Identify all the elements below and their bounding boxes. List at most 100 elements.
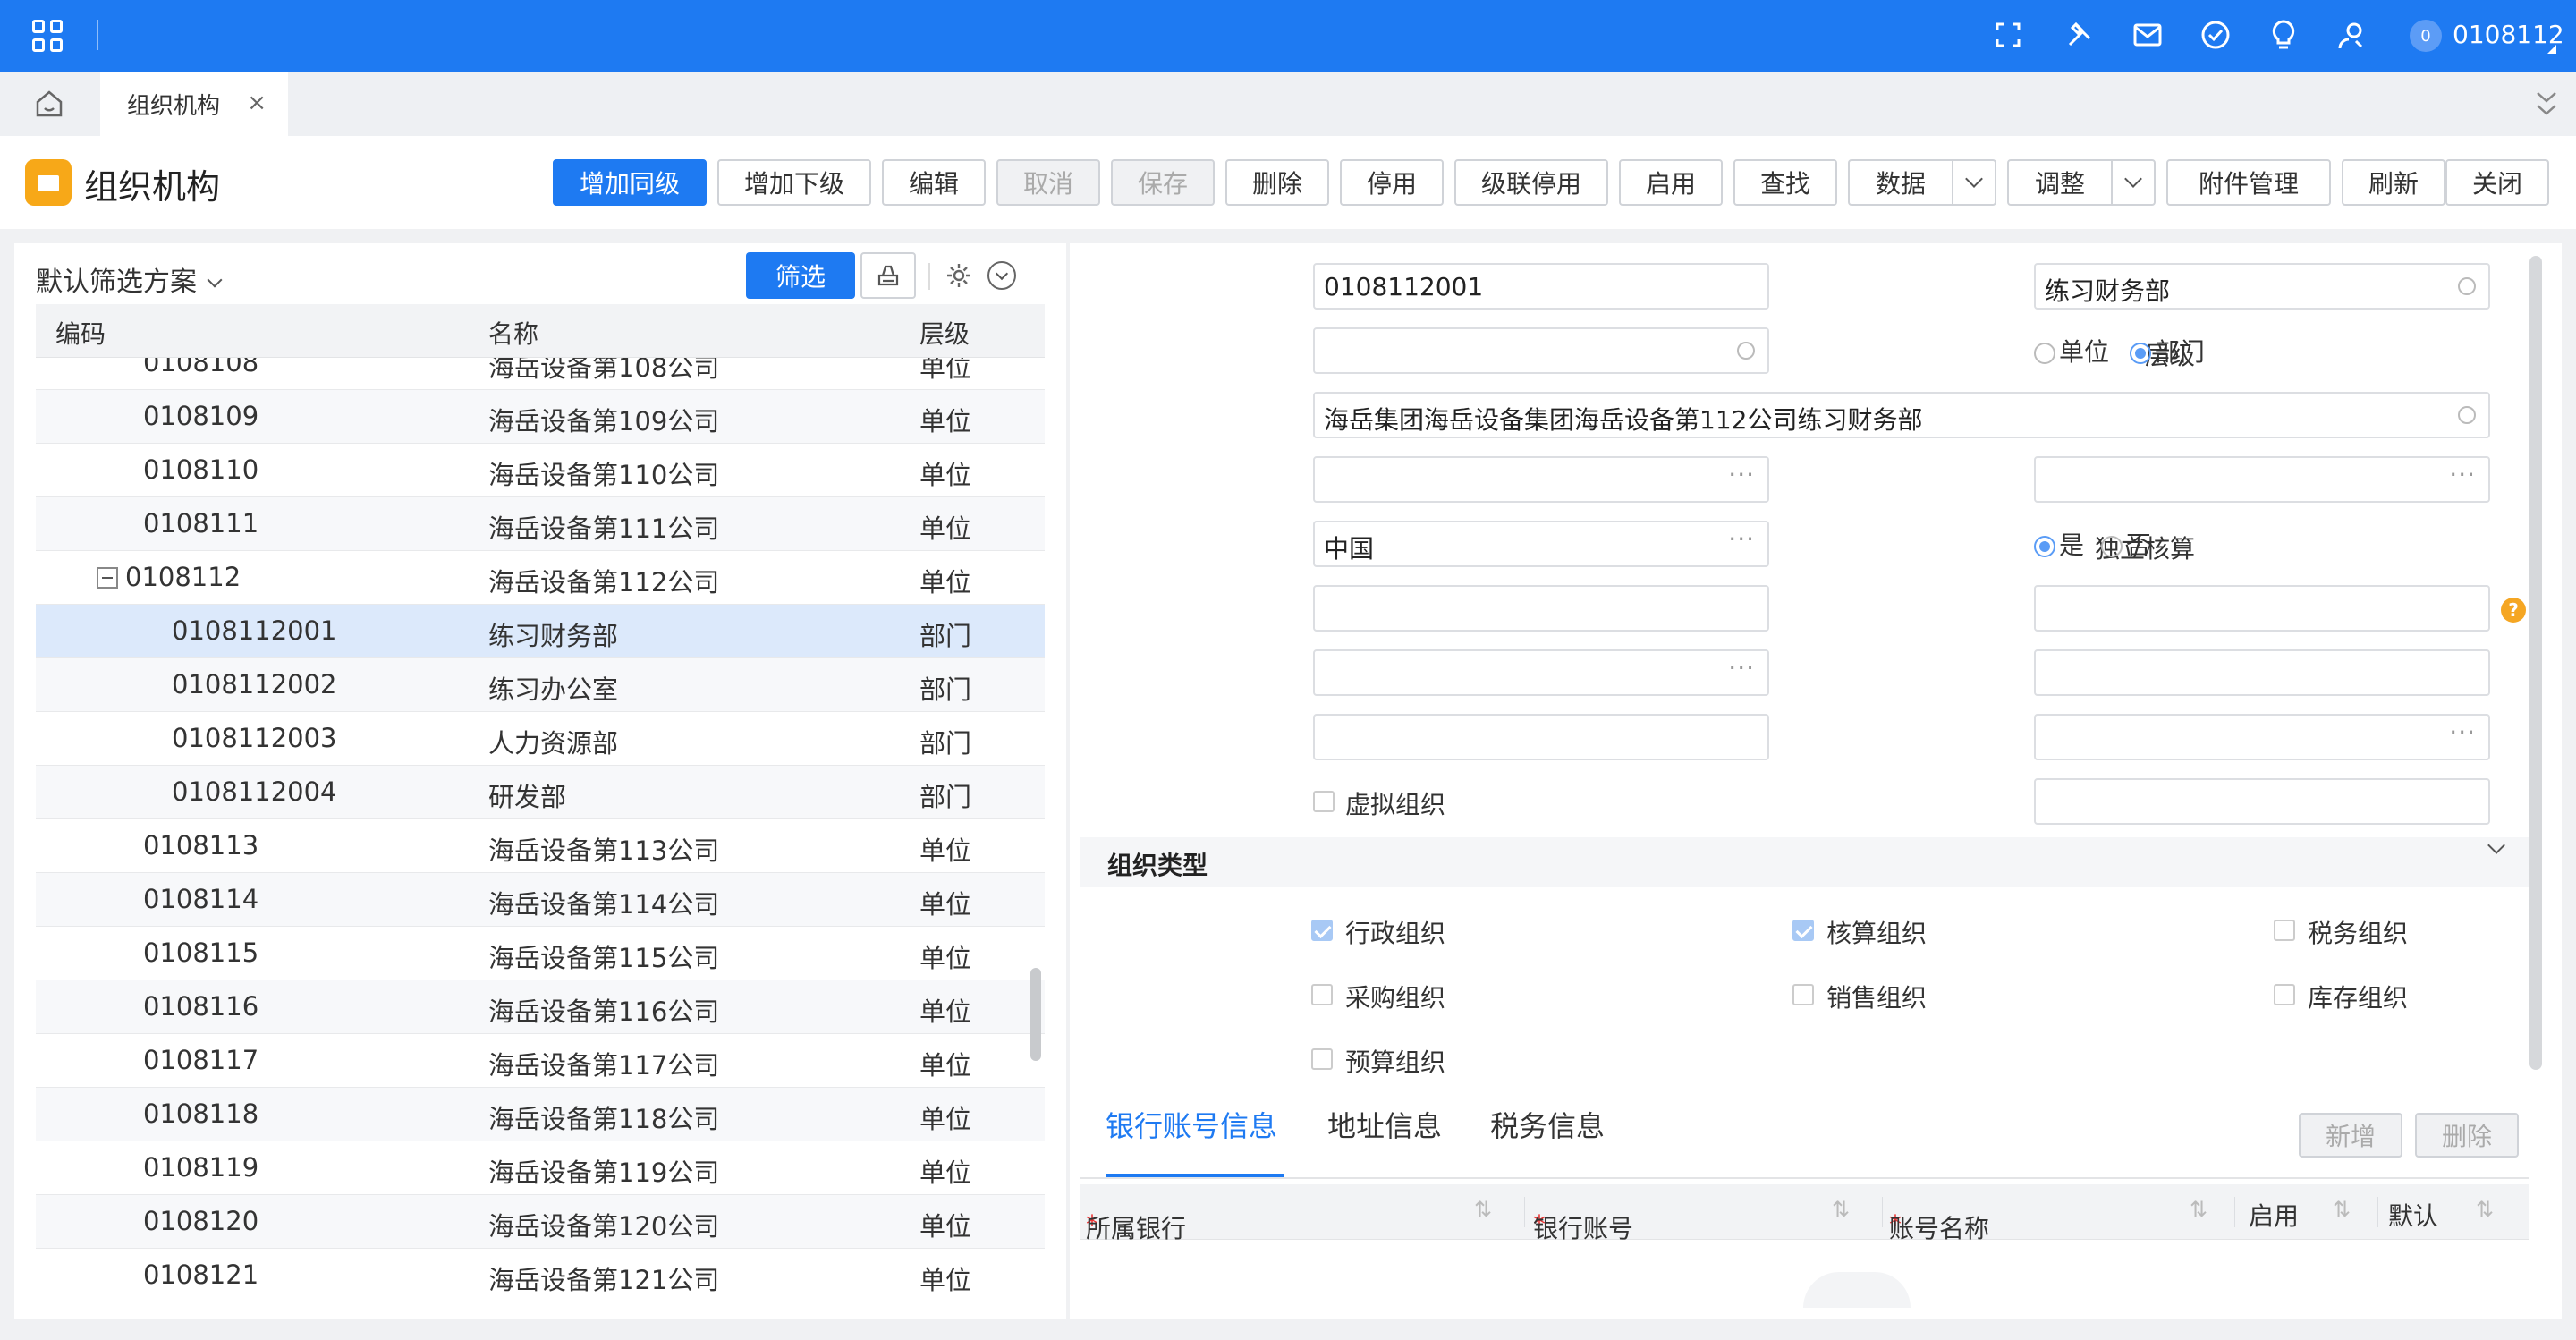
reg-zip-field[interactable]: [2034, 649, 2490, 696]
sort-icon[interactable]: ⇅: [2333, 1197, 2351, 1222]
credit-code-field[interactable]: [2034, 585, 2490, 632]
filter-scheme-select[interactable]: 默认筛选方案: [36, 259, 223, 299]
sort-icon[interactable]: ⇅: [1832, 1197, 1850, 1222]
tabs-overflow-icon[interactable]: [2533, 88, 2560, 120]
find-button[interactable]: 查找: [1733, 159, 1837, 206]
admin-org-checkbox[interactable]: [1311, 920, 1333, 941]
sales-org-checkbox[interactable]: [1792, 984, 1814, 1005]
more-icon[interactable]: ···: [2449, 717, 2476, 747]
name-field[interactable]: 练习财务部: [2034, 263, 2490, 310]
disable-button[interactable]: 停用: [1340, 159, 1444, 206]
adjust-button[interactable]: 调整: [2007, 159, 2156, 206]
short-name-field[interactable]: [1313, 327, 1769, 374]
leader-field[interactable]: ···: [1313, 456, 1769, 503]
fullscreen-icon[interactable]: [1991, 18, 2025, 52]
collapse-panel-icon[interactable]: [987, 261, 1016, 290]
col-default-header[interactable]: 默认: [2388, 1197, 2438, 1233]
tree-scrollbar[interactable]: [1030, 968, 1041, 1061]
table-row[interactable]: 0108113 海岳设备第113公司 单位: [36, 819, 1045, 873]
code-field[interactable]: 0108112001: [1313, 263, 1769, 310]
table-row[interactable]: 0108118 海岳设备第118公司 单位: [36, 1088, 1045, 1141]
table-row-selected[interactable]: 0108112001 练习财务部 部门: [36, 605, 1045, 658]
phone-field[interactable]: [1313, 585, 1769, 632]
table-row[interactable]: 0108114 海岳设备第114公司 单位: [36, 873, 1045, 927]
tab-tax-info[interactable]: 税务信息: [1490, 1104, 1605, 1145]
owner-field[interactable]: ···: [2034, 456, 2490, 503]
more-icon[interactable]: ···: [1728, 653, 1755, 683]
more-icon[interactable]: ···: [1728, 460, 1755, 489]
table-row[interactable]: 0108112003 人力资源部 部门: [36, 712, 1045, 766]
table-row[interactable]: 0108112004 研发部 部门: [36, 766, 1045, 819]
country-field[interactable]: 中国 ···: [1313, 521, 1769, 567]
indep-yes-radio[interactable]: [2034, 536, 2055, 557]
more-icon[interactable]: ···: [1728, 524, 1755, 554]
col-enabled-header[interactable]: 启用: [2249, 1197, 2299, 1233]
tab-org[interactable]: 组织机构 ×: [100, 72, 288, 136]
tools-icon[interactable]: [2063, 18, 2097, 52]
indep-no-radio[interactable]: [2100, 536, 2123, 557]
table-row[interactable]: 0108116 海岳设备第116公司 单位: [36, 980, 1045, 1034]
cascade-disable-button[interactable]: 级联停用: [1454, 159, 1608, 206]
budget-org-checkbox[interactable]: [1311, 1048, 1333, 1070]
mail-icon[interactable]: [2131, 18, 2165, 52]
globe-icon[interactable]: [2458, 277, 2476, 295]
gear-icon[interactable]: [945, 261, 973, 290]
table-row[interactable]: 0108117 海岳设备第117公司 单位: [36, 1034, 1045, 1088]
help-icon[interactable]: ?: [2501, 598, 2526, 623]
table-row[interactable]: 0108119 海岳设备第119公司 单位: [36, 1141, 1045, 1195]
table-row[interactable]: 0108110 海岳设备第110公司 单位: [36, 444, 1045, 497]
close-tab-icon[interactable]: ×: [247, 89, 267, 116]
purchase-org-checkbox[interactable]: [1311, 984, 1333, 1005]
tab-address[interactable]: 地址信息: [1327, 1104, 1442, 1145]
refresh-button[interactable]: 刷新: [2342, 159, 2445, 206]
level-unit-radio[interactable]: [2034, 343, 2055, 364]
user-avatar[interactable]: 0: [2410, 20, 2442, 52]
add-child-button[interactable]: 增加下级: [717, 159, 871, 206]
fullpath-field[interactable]: 海岳集团海岳设备集团海岳设备第112公司练习财务部: [1313, 392, 2490, 438]
delete-button[interactable]: 删除: [1225, 159, 1329, 206]
edit-button[interactable]: 编辑: [882, 159, 986, 206]
inventory-org-checkbox[interactable]: [2274, 984, 2295, 1005]
user-search-icon[interactable]: [2334, 18, 2368, 52]
add-bank-account-button[interactable]: 新增: [2299, 1113, 2402, 1158]
reg-phone-field[interactable]: [1313, 714, 1769, 760]
detail-scrollbar[interactable]: [2529, 256, 2542, 1070]
finance-category-field[interactable]: ···: [1313, 649, 1769, 696]
col-level-header[interactable]: 层级: [919, 315, 970, 351]
enable-button[interactable]: 启用: [1619, 159, 1723, 206]
check-circle-icon[interactable]: [2199, 18, 2233, 52]
chevron-down-icon[interactable]: [2487, 836, 2505, 854]
delete-bank-account-button[interactable]: 删除: [2415, 1113, 2519, 1158]
filter-button[interactable]: 筛选: [746, 252, 855, 299]
globe-icon[interactable]: [2458, 406, 2476, 424]
summary-field[interactable]: [2034, 778, 2490, 825]
sort-icon[interactable]: ⇅: [2476, 1197, 2494, 1222]
clear-filter-icon[interactable]: [860, 252, 916, 299]
table-row[interactable]: 0108109 海岳设备第109公司 单位: [36, 390, 1045, 444]
reg-type-field[interactable]: ···: [2034, 714, 2490, 760]
col-name-header[interactable]: 名称: [488, 315, 538, 351]
add-same-level-button[interactable]: 增加同级: [553, 159, 707, 206]
attachments-button[interactable]: 附件管理: [2166, 159, 2331, 206]
org-type-section-header[interactable]: 组织类型: [1080, 836, 2529, 887]
save-button[interactable]: 保存: [1111, 159, 1215, 206]
col-code-header[interactable]: 编码: [55, 315, 106, 351]
table-row[interactable]: 0108112 海岳设备第112公司 单位: [36, 551, 1045, 605]
tab-bank-accounts[interactable]: 银行账号信息: [1106, 1104, 1277, 1145]
level-dept-radio[interactable]: [2129, 343, 2151, 364]
chevron-down-icon[interactable]: [2111, 161, 2154, 204]
tax-org-checkbox[interactable]: [2274, 920, 2295, 941]
close-button[interactable]: 关闭: [2445, 159, 2549, 206]
collapse-node-icon[interactable]: [97, 567, 118, 589]
sort-icon[interactable]: ⇅: [2190, 1197, 2207, 1222]
table-row[interactable]: 0108115 海岳设备第115公司 单位: [36, 927, 1045, 980]
home-tab[interactable]: [0, 72, 98, 136]
apps-grid-icon[interactable]: [32, 20, 64, 52]
more-icon[interactable]: ···: [2449, 460, 2476, 489]
virtual-org-checkbox[interactable]: [1313, 791, 1335, 812]
table-row[interactable]: 0108120 海岳设备第120公司 单位: [36, 1195, 1045, 1249]
sort-icon[interactable]: ⇅: [1474, 1197, 1492, 1222]
chevron-down-icon[interactable]: [1952, 161, 1995, 204]
globe-icon[interactable]: [1737, 342, 1755, 360]
cancel-button[interactable]: 取消: [996, 159, 1100, 206]
